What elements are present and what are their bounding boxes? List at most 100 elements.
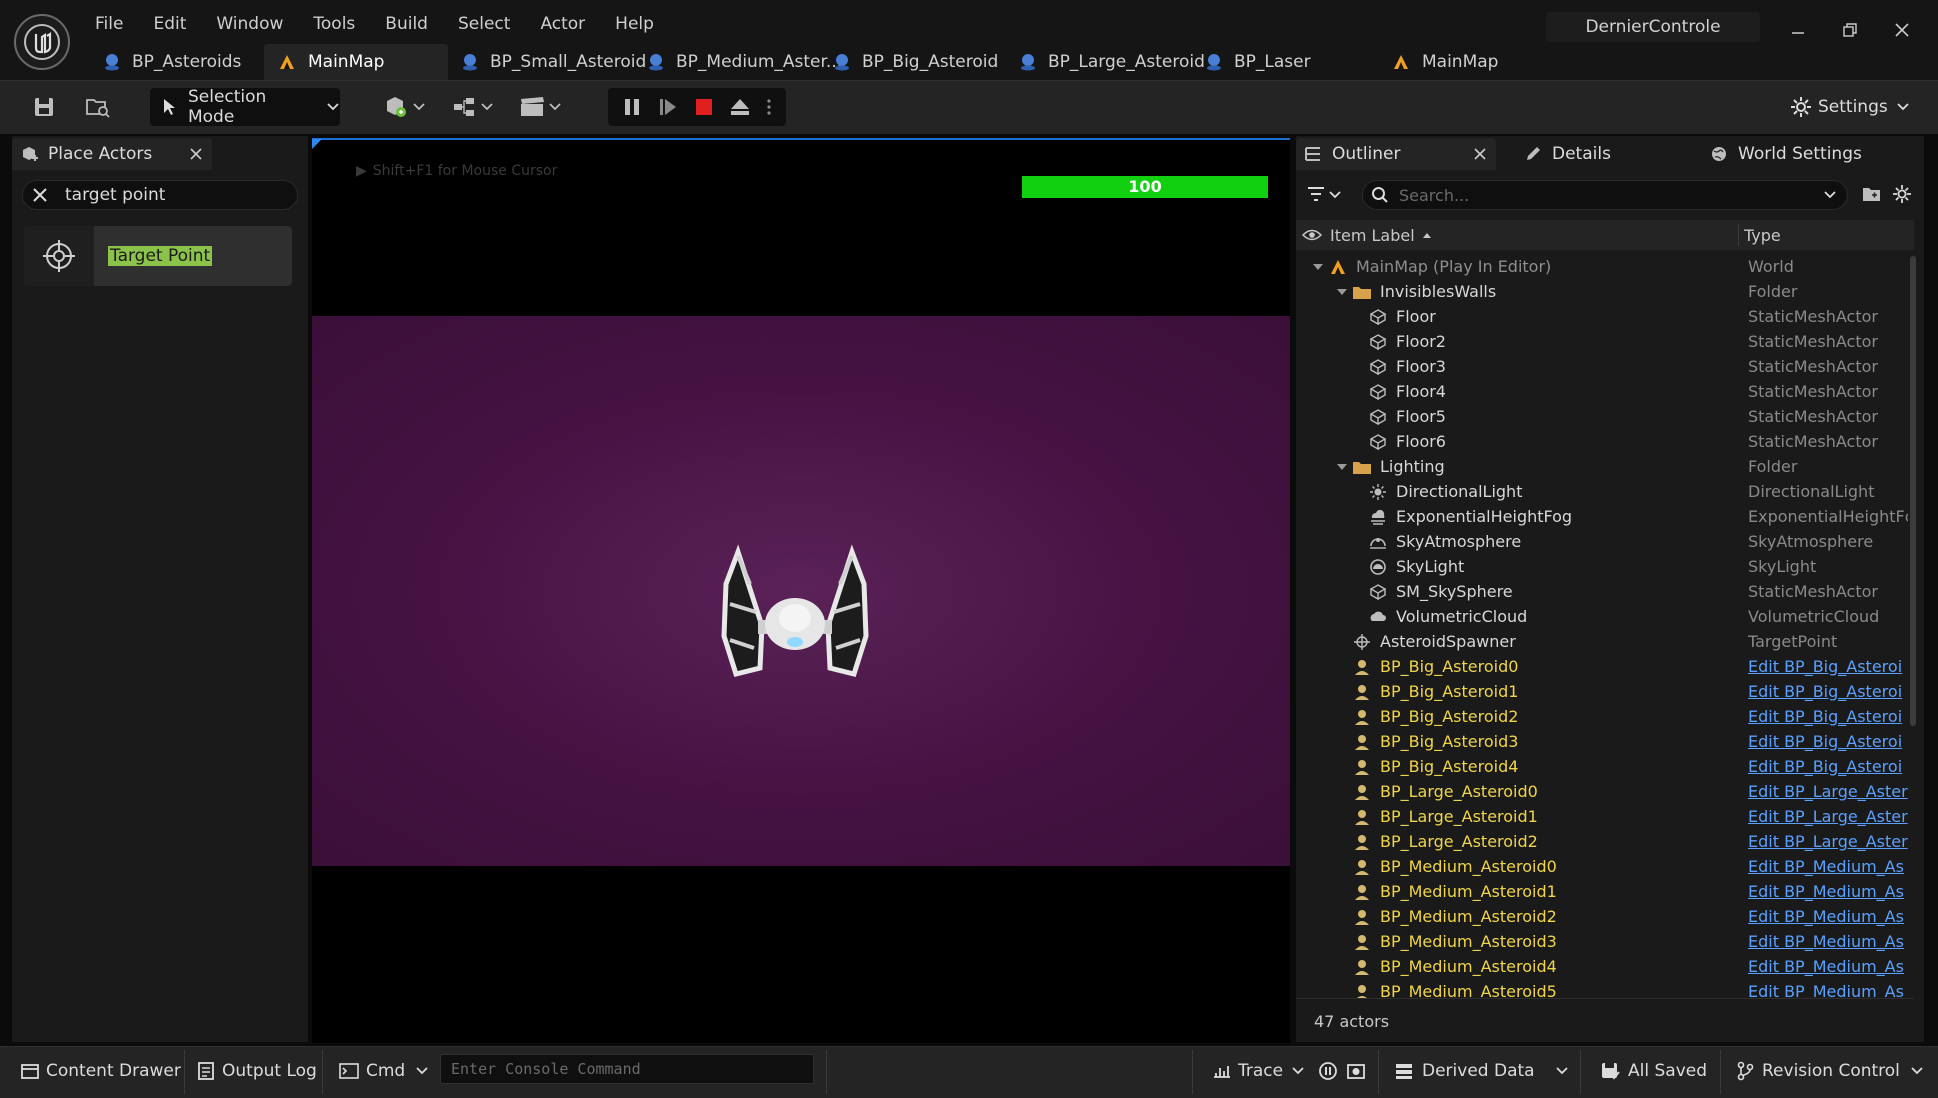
outliner-row[interactable]: BP_Big_Asteroid4 Edit BP_Big_Asteroi — [1296, 754, 1908, 779]
menu-window[interactable]: Window — [201, 8, 298, 40]
menu-actor[interactable]: Actor — [525, 8, 600, 40]
more-options-icon[interactable] — [765, 96, 773, 118]
cinematics-icon[interactable] — [516, 88, 568, 126]
outliner-row[interactable]: AsteroidSpawner TargetPoint — [1296, 629, 1908, 654]
new-folder-icon[interactable] — [1862, 184, 1882, 204]
outliner-row[interactable]: Floor StaticMeshActor — [1296, 304, 1908, 329]
filter-icon[interactable] — [1306, 184, 1346, 204]
menu-file[interactable]: File — [80, 8, 138, 40]
expand-arrow-icon[interactable] — [1296, 282, 1352, 301]
edit-blueprint-link[interactable]: Edit BP_Medium_As — [1748, 857, 1908, 876]
outliner-row[interactable]: SkyLight SkyLight — [1296, 554, 1908, 579]
edit-blueprint-link[interactable]: Edit BP_Big_Asteroi — [1748, 657, 1908, 676]
outliner-row[interactable]: ExponentialHeightFog ExponentialHeightFc — [1296, 504, 1908, 529]
menu-tools[interactable]: Tools — [298, 8, 370, 40]
trace-dropdown[interactable]: Trace — [1212, 1054, 1305, 1088]
outliner-row[interactable]: Floor5 StaticMeshActor — [1296, 404, 1908, 429]
edit-blueprint-link[interactable]: Edit BP_Big_Asteroi — [1748, 707, 1908, 726]
outliner-row[interactable]: Lighting Folder — [1296, 454, 1908, 479]
minimize-icon[interactable] — [1774, 12, 1822, 48]
screenshot-icon[interactable] — [1346, 1054, 1366, 1088]
document-tab[interactable]: MainMap — [1378, 44, 1518, 80]
outliner-row[interactable]: BP_Large_Asteroid0 Edit BP_Large_Aster — [1296, 779, 1908, 804]
outliner-row[interactable]: BP_Medium_Asteroid0 Edit BP_Medium_As — [1296, 854, 1908, 879]
outliner-row[interactable]: BP_Big_Asteroid1 Edit BP_Big_Asteroi — [1296, 679, 1908, 704]
document-tab[interactable]: BP_Small_Asteroid — [448, 44, 646, 80]
outliner-row[interactable]: BP_Medium_Asteroid3 Edit BP_Medium_As — [1296, 929, 1908, 954]
edit-blueprint-link[interactable]: Edit BP_Large_Aster — [1748, 807, 1908, 826]
edit-blueprint-link[interactable]: Edit BP_Medium_As — [1748, 957, 1908, 976]
place-actors-search[interactable]: target point — [22, 180, 298, 210]
edit-blueprint-link[interactable]: Edit BP_Big_Asteroi — [1748, 757, 1908, 776]
outliner-row[interactable]: BP_Medium_Asteroid2 Edit BP_Medium_As — [1296, 904, 1908, 929]
outliner-row[interactable]: BP_Big_Asteroid0 Edit BP_Big_Asteroi — [1296, 654, 1908, 679]
document-tab[interactable]: BP_Asteroids — [90, 44, 264, 80]
document-tab[interactable]: BP_Big_Asteroid — [820, 44, 1006, 80]
column-item-label[interactable]: Item Label — [1330, 226, 1415, 245]
console-command-input[interactable]: Enter Console Command — [440, 1054, 814, 1084]
unreal-logo-icon[interactable] — [14, 14, 70, 70]
stop-icon[interactable] — [693, 96, 715, 118]
save-icon[interactable] — [26, 88, 62, 126]
close-tab-icon[interactable] — [190, 148, 202, 160]
restore-icon[interactable] — [1826, 12, 1874, 48]
chevron-down-icon[interactable] — [1823, 190, 1837, 200]
eject-icon[interactable] — [729, 96, 751, 118]
selection-mode-dropdown[interactable]: Selection Mode — [150, 87, 340, 127]
record-trace-icon[interactable] — [1318, 1054, 1338, 1088]
cmd-dropdown[interactable]: Cmd — [338, 1054, 429, 1088]
menu-help[interactable]: Help — [600, 8, 669, 40]
browse-content-icon[interactable] — [80, 88, 116, 126]
edit-blueprint-link[interactable]: Edit BP_Medium_As — [1748, 982, 1908, 998]
add-actor-icon[interactable] — [380, 88, 430, 126]
edit-blueprint-link[interactable]: Edit BP_Big_Asteroi — [1748, 682, 1908, 701]
output-log-button[interactable]: Output Log — [196, 1054, 317, 1088]
outliner-row[interactable]: BP_Big_Asteroid3 Edit BP_Big_Asteroi — [1296, 729, 1908, 754]
expand-arrow-icon[interactable] — [1296, 457, 1352, 476]
outliner-row[interactable]: Floor6 StaticMeshActor — [1296, 429, 1908, 454]
document-tab[interactable]: MainMap — [264, 44, 448, 80]
revision-control-dropdown[interactable]: Revision Control — [1736, 1054, 1924, 1088]
outliner-row[interactable]: SkyAtmosphere SkyAtmosphere — [1296, 529, 1908, 554]
tab-world-settings[interactable]: World Settings — [1710, 138, 1862, 170]
edit-blueprint-link[interactable]: Edit BP_Medium_As — [1748, 932, 1908, 951]
outliner-row[interactable]: BP_Medium_Asteroid5 Edit BP_Medium_As — [1296, 979, 1908, 998]
outliner-row[interactable]: BP_Medium_Asteroid4 Edit BP_Medium_As — [1296, 954, 1908, 979]
outliner-row[interactable]: BP_Medium_Asteroid1 Edit BP_Medium_As — [1296, 879, 1908, 904]
edit-blueprint-link[interactable]: Edit BP_Big_Asteroi — [1748, 732, 1908, 751]
document-tab[interactable]: BP_Laser — [1192, 44, 1378, 80]
outliner-row[interactable]: BP_Large_Asteroid1 Edit BP_Large_Aster — [1296, 804, 1908, 829]
document-tab[interactable]: BP_Large_Asteroid — [1006, 44, 1205, 80]
edit-blueprint-link[interactable]: Edit BP_Medium_As — [1748, 882, 1908, 901]
edit-blueprint-link[interactable]: Edit BP_Medium_As — [1748, 907, 1908, 926]
tab-details[interactable]: Details — [1524, 138, 1611, 170]
outliner-scrollbar[interactable] — [1910, 256, 1916, 726]
outliner-row[interactable]: SM_SkySphere StaticMeshActor — [1296, 579, 1908, 604]
column-type[interactable]: Type — [1744, 226, 1781, 245]
outliner-row[interactable]: DirectionalLight DirectionalLight — [1296, 479, 1908, 504]
outliner-row[interactable]: Floor4 StaticMeshActor — [1296, 379, 1908, 404]
clear-search-icon[interactable] — [31, 186, 49, 204]
pause-icon[interactable] — [621, 96, 643, 118]
outliner-row[interactable]: InvisiblesWalls Folder — [1296, 279, 1908, 304]
edit-blueprint-link[interactable]: Edit BP_Large_Aster — [1748, 832, 1908, 851]
outliner-row[interactable]: BP_Big_Asteroid2 Edit BP_Big_Asteroi — [1296, 704, 1908, 729]
derived-data-dropdown[interactable]: Derived Data — [1394, 1054, 1569, 1088]
outliner-row[interactable]: Floor3 StaticMeshActor — [1296, 354, 1908, 379]
outliner-row[interactable]: VolumetricCloud VolumetricCloud — [1296, 604, 1908, 629]
outliner-row[interactable]: Floor2 StaticMeshActor — [1296, 329, 1908, 354]
settings-button[interactable]: Settings — [1790, 88, 1910, 126]
gear-icon[interactable] — [1892, 184, 1912, 204]
tab-place-actors[interactable]: Place Actors — [12, 138, 212, 170]
outliner-row[interactable]: BP_Large_Asteroid2 Edit BP_Large_Aster — [1296, 829, 1908, 854]
menu-select[interactable]: Select — [443, 8, 525, 40]
outliner-search-input[interactable]: Search... — [1362, 180, 1848, 210]
tab-outliner[interactable]: Outliner — [1296, 138, 1496, 170]
content-drawer-button[interactable]: Content Drawer — [20, 1054, 181, 1088]
close-window-icon[interactable] — [1878, 12, 1926, 48]
close-tab-icon[interactable] — [1474, 148, 1486, 160]
menu-build[interactable]: Build — [370, 8, 443, 40]
menu-edit[interactable]: Edit — [138, 8, 201, 40]
step-frame-icon[interactable] — [657, 96, 679, 118]
visibility-eye-icon[interactable] — [1302, 228, 1322, 242]
